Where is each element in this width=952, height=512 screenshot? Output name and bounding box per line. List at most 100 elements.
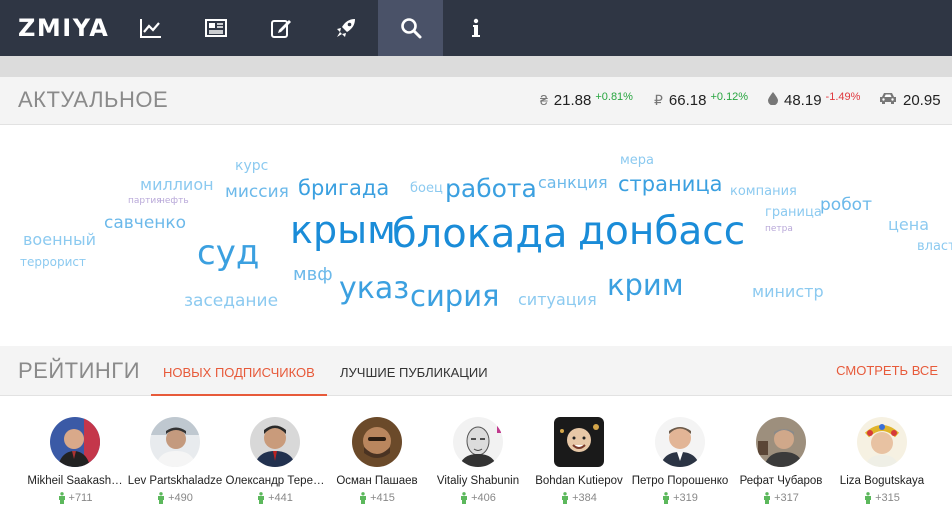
ratings-header: РЕЙТИНГИ НОВЫХ ПОДПИСЧИКОВ ЛУЧШИЕ ПУБЛИК…	[0, 346, 952, 396]
rocket-icon[interactable]	[313, 0, 378, 56]
avatar[interactable]	[150, 417, 200, 467]
subscriber-count-value: +384	[572, 492, 597, 504]
avatar[interactable]	[50, 417, 100, 467]
user-name[interactable]: Осман Пашаев	[327, 475, 427, 487]
see-all-link[interactable]: СМОТРЕТЬ ВСЕ	[836, 346, 938, 396]
person-icon	[461, 492, 468, 504]
avatar[interactable]	[352, 417, 402, 467]
avatar[interactable]	[655, 417, 705, 467]
user-name[interactable]: Bohdan Kutiepov	[529, 475, 629, 487]
cloud-word[interactable]: петра	[765, 225, 793, 234]
cloud-word[interactable]: партия	[128, 197, 162, 206]
oil-drop-icon	[768, 92, 778, 108]
cloud-word[interactable]: курс	[235, 159, 268, 173]
ticker-change: +0.12%	[710, 91, 749, 103]
user-name[interactable]: Mikheil Saakash…	[25, 475, 125, 487]
cloud-word[interactable]: граница	[765, 206, 822, 219]
cloud-word[interactable]: мера	[620, 154, 654, 167]
user-card[interactable]: Bohdan Kutiepov +384	[529, 417, 629, 504]
user-card[interactable]: Liza Bogutskaya +315	[832, 417, 932, 504]
cloud-word[interactable]: ситуация	[518, 292, 597, 308]
user-card[interactable]: Mikheil Saakash… +711	[25, 417, 125, 504]
tab-best-publications[interactable]: ЛУЧШИЕ ПУБЛИКАЦИИ	[328, 346, 500, 396]
subscriber-count-value: +317	[774, 492, 799, 504]
actual-title: АКТУАЛЬНОЕ	[18, 87, 169, 112]
ratings-user-list: Mikheil Saakash… +711 Lev Partskhaladze …	[0, 397, 952, 512]
avatar[interactable]	[756, 417, 806, 467]
subscriber-count: +711	[25, 492, 125, 504]
cloud-word[interactable]: власть	[917, 240, 952, 253]
separator-strip	[0, 56, 952, 77]
info-icon[interactable]	[443, 0, 508, 56]
cloud-word[interactable]: мвф	[293, 266, 333, 284]
user-card[interactable]: Петро Порошенко +319	[630, 417, 730, 504]
avatar[interactable]	[250, 417, 300, 467]
cloud-word[interactable]: сирия	[410, 282, 500, 311]
cloud-word[interactable]: компания	[730, 185, 797, 198]
news-icon[interactable]	[183, 0, 248, 56]
subscriber-count: +415	[327, 492, 427, 504]
user-name[interactable]: Liza Bogutskaya	[832, 475, 932, 487]
cloud-word[interactable]: страница	[618, 174, 723, 195]
user-name[interactable]: Vitaliy Shabunin	[428, 475, 528, 487]
cloud-word[interactable]: миллион	[140, 177, 214, 193]
word-cloud: курс мера миллион миссия бригада боец ра…	[0, 126, 952, 346]
user-card[interactable]: Lev Partskhaladze +490	[125, 417, 225, 504]
cloud-word[interactable]: указ	[339, 274, 409, 304]
cloud-word[interactable]: бригада	[298, 178, 389, 199]
subscriber-count: +319	[630, 492, 730, 504]
user-card[interactable]: Vitaliy Shabunin +406	[428, 417, 528, 504]
user-card[interactable]: Рефат Чубаров +317	[731, 417, 831, 504]
tab-new-subscribers[interactable]: НОВЫХ ПОДПИСЧИКОВ	[151, 346, 327, 396]
actual-header: АКТУАЛЬНОЕ ₴ 21.88 +0.81% ₽ 66.18 +0.12%…	[0, 77, 952, 125]
person-icon	[258, 492, 265, 504]
ticker-value: 21.88	[553, 92, 592, 109]
subscriber-count-value: +406	[471, 492, 496, 504]
cloud-word[interactable]: савченко	[104, 215, 186, 232]
cloud-word[interactable]: миссия	[225, 184, 289, 201]
user-name[interactable]: Петро Порошенко	[630, 475, 730, 487]
edit-icon[interactable]	[248, 0, 313, 56]
subscriber-count-value: +441	[268, 492, 293, 504]
avatar[interactable]	[554, 417, 604, 467]
cloud-word[interactable]: крим	[607, 271, 684, 300]
user-card[interactable]: Осман Пашаев +415	[327, 417, 427, 504]
subscriber-count: +317	[731, 492, 831, 504]
hryvnia-icon: ₴	[540, 92, 548, 108]
ticker-uah: ₴ 21.88 +0.81%	[540, 91, 633, 114]
person-icon	[663, 492, 670, 504]
cloud-word[interactable]: блокада	[392, 214, 568, 254]
cloud-word[interactable]: донбасс	[578, 212, 745, 251]
cloud-word[interactable]: робот	[820, 197, 872, 214]
cloud-word[interactable]: крым	[290, 211, 396, 249]
cloud-word[interactable]: заседание	[184, 293, 278, 310]
subscriber-count: +490	[125, 492, 225, 504]
chart-icon[interactable]	[118, 0, 183, 56]
subscriber-count-value: +315	[875, 492, 900, 504]
cloud-word[interactable]: военный	[23, 232, 96, 248]
avatar[interactable]	[857, 417, 907, 467]
cloud-word[interactable]: суд	[197, 236, 259, 270]
avatar[interactable]	[453, 417, 503, 467]
user-card[interactable]: Олександр Тере… +441	[225, 417, 325, 504]
subscriber-count-value: +711	[68, 492, 93, 504]
person-icon	[865, 492, 872, 504]
ticker-change: +0.81%	[595, 91, 633, 103]
top-navbar: ZMIYA	[0, 0, 952, 56]
search-icon[interactable]	[378, 0, 443, 56]
logo[interactable]: ZMIYA	[18, 13, 109, 43]
ticker-change: -1.49%	[825, 91, 861, 103]
cloud-word[interactable]: работа	[445, 176, 537, 201]
cloud-word[interactable]: санкция	[538, 175, 608, 191]
subscriber-count-value: +415	[370, 492, 395, 504]
subscriber-count-value: +319	[673, 492, 698, 504]
user-name[interactable]: Олександр Тере…	[225, 475, 325, 487]
cloud-word[interactable]: министр	[752, 284, 824, 300]
cloud-word[interactable]: террорист	[20, 256, 86, 268]
cloud-word[interactable]: цена	[888, 217, 929, 233]
cloud-word[interactable]: боец	[410, 182, 443, 195]
ruble-icon: ₽	[654, 92, 663, 108]
cloud-word[interactable]: нефть	[159, 197, 189, 206]
user-name[interactable]: Lev Partskhaladze	[125, 475, 225, 487]
user-name[interactable]: Рефат Чубаров	[731, 475, 831, 487]
